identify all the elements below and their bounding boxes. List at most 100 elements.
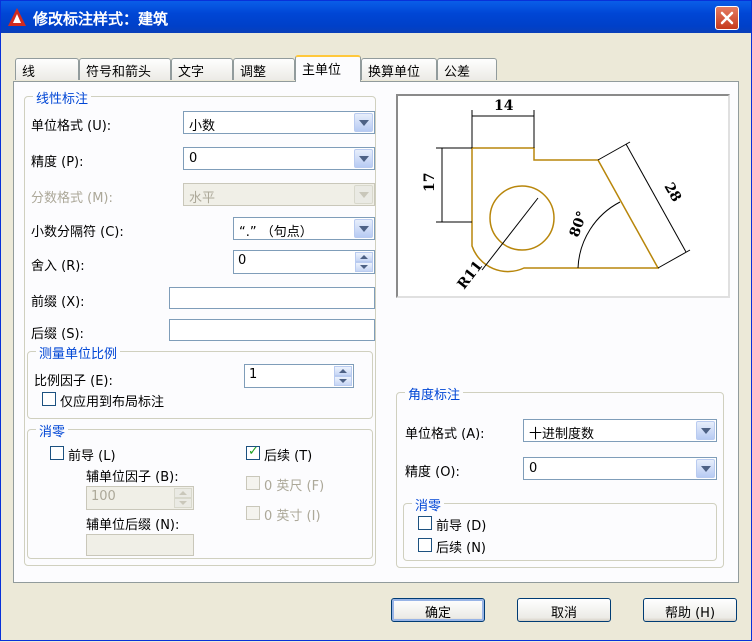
layout-only-checkbox[interactable] xyxy=(42,392,56,406)
round-off-spinner[interactable]: 0 xyxy=(233,250,375,274)
zero-feet-checkbox[interactable] xyxy=(246,476,260,490)
angular-leading-label: 前导 (D) xyxy=(436,519,487,534)
help-button[interactable]: 帮助 (H) xyxy=(643,598,737,622)
primary-units-panel: 线性标注 单位格式 (U): 小数 精度 (P): 0 分数格式 (M): 水平… xyxy=(13,81,739,583)
suffix-label: 后缀 (S): xyxy=(31,327,84,342)
sub-unit-suffix-label: 辅单位后缀 (N): xyxy=(86,518,180,533)
spin-up-icon[interactable] xyxy=(174,488,192,498)
round-off-label: 舍入 (R): xyxy=(31,259,85,274)
tab-fit[interactable]: 调整 xyxy=(233,58,295,80)
button-label: 帮助 (H) xyxy=(664,606,716,621)
unit-format-dropdown[interactable]: 小数 xyxy=(183,111,375,134)
chevron-down-icon xyxy=(359,226,369,232)
spin-up-icon[interactable] xyxy=(334,366,352,376)
sub-unit-suffix-input[interactable] xyxy=(86,534,194,556)
dropdown-button[interactable] xyxy=(696,421,715,440)
spinner-buttons[interactable] xyxy=(334,366,352,386)
group-title: 消零 xyxy=(412,495,445,514)
zero-inches-label: 0 英寸 (I) xyxy=(264,509,321,524)
spin-down-icon[interactable] xyxy=(355,262,373,272)
zero-inches-checkbox[interactable] xyxy=(246,506,260,520)
tab-label: 主单位 xyxy=(302,63,342,78)
sub-unit-factor-spinner[interactable]: 100 xyxy=(86,486,194,510)
zero-suppression-angular-group: 消零 前导 (D) 后续 (N) xyxy=(403,495,717,561)
angular-trailing-label: 后续 (N) xyxy=(436,541,487,556)
dropdown-value: “.” （句点） xyxy=(239,225,313,240)
dialog-window: 修改标注样式：建筑 线 符号和箭头 文字 调整 主单位 换算单位 公差 线性标注… xyxy=(0,0,752,641)
tab-label: 符号和箭头 xyxy=(86,65,152,80)
checkmark-icon: ✓ xyxy=(248,444,259,459)
angular-unit-format-dropdown[interactable]: 十进制度数 xyxy=(523,419,717,442)
spinner-buttons[interactable] xyxy=(174,488,192,508)
angular-precision-label: 精度 (O): xyxy=(405,465,460,480)
ok-button[interactable]: 确定 xyxy=(391,598,485,622)
spinner-value: 0 xyxy=(238,253,247,268)
tab-label: 换算单位 xyxy=(368,65,421,80)
dropdown-button[interactable] xyxy=(354,113,373,132)
scale-factor-spinner[interactable]: 1 xyxy=(244,364,354,388)
leading-zero-label: 前导 (L) xyxy=(68,449,116,464)
chevron-down-icon xyxy=(359,120,369,126)
title-bar: 修改标注样式：建筑 xyxy=(1,1,751,33)
fraction-format-label: 分数格式 (M): xyxy=(31,191,113,206)
dim-radius-label: R11 xyxy=(455,258,487,292)
leading-zero-checkbox[interactable] xyxy=(50,446,64,460)
tab-label: 公差 xyxy=(444,65,471,80)
dropdown-button[interactable] xyxy=(354,185,373,204)
angular-precision-dropdown[interactable]: 0 xyxy=(523,457,717,480)
suffix-input[interactable] xyxy=(169,319,375,341)
spin-down-icon[interactable] xyxy=(174,498,192,508)
dropdown-value: 十进制度数 xyxy=(529,427,595,442)
decimal-separator-dropdown[interactable]: “.” （句点） xyxy=(233,217,375,240)
trailing-zero-label: 后续 (T) xyxy=(264,449,313,464)
tab-symbols-arrows[interactable]: 符号和箭头 xyxy=(79,58,171,80)
spin-up-icon[interactable] xyxy=(355,252,373,262)
dropdown-button[interactable] xyxy=(696,459,715,478)
linear-dimensions-group: 线性标注 单位格式 (U): 小数 精度 (P): 0 分数格式 (M): 水平… xyxy=(24,88,376,566)
dim-top-label: 14 xyxy=(494,98,514,114)
prefix-input[interactable] xyxy=(169,287,375,309)
angular-leading-checkbox[interactable] xyxy=(418,516,432,530)
close-icon xyxy=(720,11,734,25)
window-title: 修改标注样式：建筑 xyxy=(33,10,169,28)
fraction-format-dropdown[interactable]: 水平 xyxy=(183,183,375,206)
close-button[interactable] xyxy=(715,6,739,30)
preview-drawing: 14 17 28 80° R11 xyxy=(422,98,691,292)
chevron-down-icon xyxy=(701,428,711,434)
precision-label: 精度 (P): xyxy=(31,155,84,170)
group-title: 角度标注 xyxy=(405,384,464,403)
angular-trailing-checkbox[interactable] xyxy=(418,538,432,552)
dim-left-label: 17 xyxy=(422,173,438,192)
tab-text[interactable]: 文字 xyxy=(171,58,233,80)
zero-feet-label: 0 英尺 (F) xyxy=(264,479,325,494)
chevron-down-icon xyxy=(701,466,711,472)
chevron-down-icon xyxy=(359,192,369,198)
app-logo-icon xyxy=(8,8,26,26)
layout-only-label: 仅应用到布局标注 xyxy=(60,395,165,410)
tab-primary-units[interactable]: 主单位 xyxy=(295,55,361,82)
tab-lines[interactable]: 线 xyxy=(15,58,79,80)
trailing-zero-checkbox[interactable]: ✓ xyxy=(246,444,260,460)
dropdown-value: 小数 xyxy=(189,119,216,134)
group-title: 线性标注 xyxy=(33,88,92,107)
group-title: 测量单位比例 xyxy=(36,343,121,362)
button-label: 确定 xyxy=(424,606,451,621)
tab-label: 线 xyxy=(22,65,36,80)
tab-label: 文字 xyxy=(178,65,205,80)
cancel-button[interactable]: 取消 xyxy=(517,598,611,622)
spinner-buttons[interactable] xyxy=(355,252,373,272)
scale-factor-label: 比例因子 (E): xyxy=(34,374,113,389)
dropdown-button[interactable] xyxy=(354,149,373,168)
dropdown-value: 0 xyxy=(189,151,198,166)
dropdown-value: 水平 xyxy=(189,191,216,206)
tab-tolerances[interactable]: 公差 xyxy=(437,58,497,80)
button-label: 取消 xyxy=(550,606,577,621)
dropdown-button[interactable] xyxy=(354,219,373,238)
zero-suppression-linear-group: 消零 前导 (L) 辅单位因子 (B): 100 辅单位后缀 (N): ✓ 后续… xyxy=(27,421,373,559)
unit-format-label: 单位格式 (U): xyxy=(31,119,112,134)
precision-dropdown[interactable]: 0 xyxy=(183,147,375,170)
sub-unit-factor-label: 辅单位因子 (B): xyxy=(86,470,179,485)
tab-alternate-units[interactable]: 换算单位 xyxy=(361,58,437,80)
spin-down-icon[interactable] xyxy=(334,376,352,386)
dim-right-label: 28 xyxy=(661,180,685,205)
